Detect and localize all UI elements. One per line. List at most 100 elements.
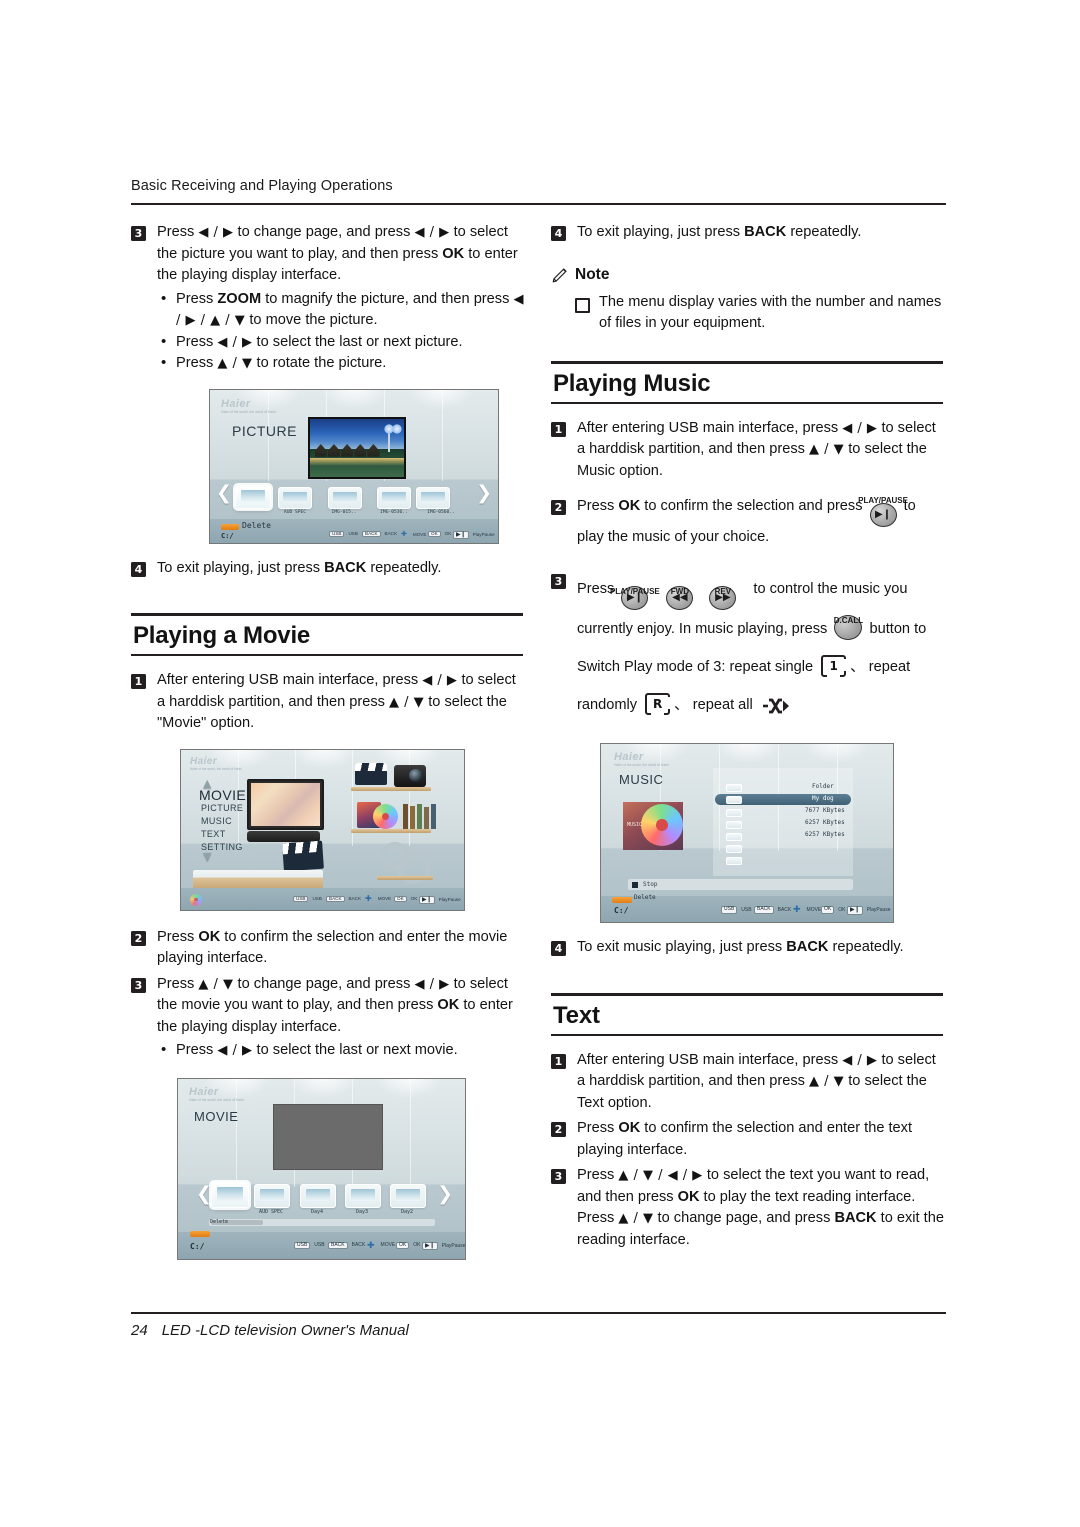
album-label: MUSIC — [627, 822, 643, 829]
remote-key-rev[interactable]: REV ▶▶ — [709, 586, 737, 611]
list-row-icon-6[interactable] — [726, 857, 742, 866]
bullet-text-part: Press — [176, 333, 218, 350]
next-page-chevron-icon[interactable]: ❯ — [476, 482, 492, 504]
remote-key-dcall[interactable]: D.CALL — [834, 615, 863, 641]
list-row-icon-1[interactable] — [726, 796, 742, 805]
list-row-4[interactable]: 6257 KBytes — [805, 831, 845, 838]
step-text-part: to change page, and press — [653, 1210, 835, 1227]
thumbnail-image — [382, 491, 406, 503]
hint-text: PlayPause — [472, 532, 495, 538]
step-text: Press OK to confirm the selection and pr… — [577, 496, 946, 548]
arrow-glyphs: ▲ / ▼ / ◀ / ▶ — [618, 1168, 703, 1184]
step-text-part: After entering USB main interface, press — [577, 1051, 843, 1068]
thumbnail-4[interactable] — [390, 1183, 426, 1208]
step-text-part: Press — [577, 1120, 619, 1137]
thumbnail-image — [217, 1187, 243, 1201]
clapperboard-graphic — [282, 840, 324, 871]
thumbnail-1[interactable] — [278, 486, 312, 509]
step-text-part: Press — [157, 224, 199, 240]
move-cross-icon: ✚ — [365, 893, 372, 903]
menu-item-movie[interactable]: MOVIE — [199, 787, 246, 803]
shelf-graphic — [377, 875, 433, 880]
step-number: 3 — [551, 574, 566, 590]
books-graphic — [403, 803, 436, 829]
arrow-glyphs: ◀ / ▶ — [842, 1052, 878, 1068]
thumbnail-label-1: AUD SPEC — [283, 509, 307, 515]
step-text-part: to confirm the selection and press — [640, 498, 867, 514]
step-picture-4-right: 4 To exit playing, just press BACK repea… — [551, 222, 946, 244]
step-number: 4 — [131, 561, 146, 577]
menu-item-text[interactable]: TEXT — [201, 829, 226, 839]
thumbnail-label-1: AUD SPEC — [258, 1208, 284, 1215]
thumbnail-3[interactable] — [377, 486, 411, 509]
step-text: Press OK to confirm the selection and en… — [577, 1118, 946, 1161]
hint-text: PlayPause — [866, 907, 891, 914]
arrow-glyphs: ◀ / ▶ — [217, 334, 253, 350]
step-music-1: 1 After entering USB main interface, pre… — [551, 418, 946, 483]
key-name-ok: OK — [618, 498, 641, 514]
list-row-icon-4[interactable] — [726, 833, 742, 842]
list-row-icon-2[interactable] — [726, 809, 742, 818]
arrow-glyphs: ▲ / ▼ — [809, 442, 845, 457]
thumbnail-image — [421, 491, 445, 503]
delete-color-key[interactable] — [612, 897, 632, 904]
picture-preview — [308, 416, 406, 479]
key-name-back: BACK — [834, 1210, 877, 1227]
playback-progress-bar[interactable] — [628, 879, 853, 891]
prev-page-chevron-icon[interactable]: ❮ — [216, 482, 232, 504]
list-row-0[interactable]: Folder — [812, 783, 834, 790]
section-rule-bottom — [551, 1033, 943, 1036]
prev-page-chevron-icon[interactable]: ❮ — [196, 1183, 212, 1205]
step-text-part: Press — [157, 975, 199, 992]
hint-text: BACK — [348, 896, 362, 902]
thumbnail-4[interactable] — [416, 486, 450, 509]
menu-down-chevron-icon[interactable]: ▼ — [203, 850, 211, 863]
menu-item-music[interactable]: MUSIC — [201, 816, 232, 826]
menu-item-picture[interactable]: PICTURE — [201, 803, 243, 813]
step-picture-3: 3 Press ◀ / ▶ to change page, and press … — [131, 222, 526, 375]
note-bullet-icon — [575, 297, 590, 313]
thumbnail-1[interactable] — [254, 1183, 290, 1208]
thumbnail-0[interactable] — [235, 484, 271, 509]
list-row-3[interactable]: 6257 KBytes — [805, 819, 845, 826]
clapper-stripes — [355, 762, 387, 771]
list-row-icon-5[interactable] — [726, 845, 742, 854]
thumbnail-2[interactable] — [328, 486, 362, 509]
delete-color-key[interactable] — [190, 1230, 210, 1237]
bullet-text-part: Press — [176, 1042, 218, 1058]
list-item: Press ◀ / ▶ to select the last or next p… — [157, 331, 526, 354]
hint-playpause: ▶❙ PlayPause — [419, 895, 461, 904]
step-text: Press PLAY/PAUSE ▶❙ FWD ◀◀ REV ▶▶ to control … — [577, 570, 946, 729]
list-row-2[interactable]: 7677 KBytes — [805, 807, 845, 814]
step-movie-1: 1 After entering USB main interface, pre… — [131, 670, 526, 735]
step-text-part: repeatedly. — [828, 939, 904, 956]
thumbnail-image — [333, 491, 357, 503]
remote-key-playpause[interactable]: PLAY/PAUSE ▶❙ — [858, 496, 908, 527]
left-column: 3 Press ◀ / ▶ to change page, and press … — [131, 222, 526, 1260]
thumbnail-2[interactable] — [300, 1183, 336, 1208]
thumbnail-image — [259, 1188, 285, 1202]
list-row-icon-0[interactable] — [726, 784, 742, 793]
list-row-1[interactable]: My dog — [812, 795, 834, 802]
hint-ok: OK OK — [428, 530, 451, 538]
remote-key-fwd[interactable]: FWD ◀◀ — [666, 586, 694, 611]
thumbnail-0[interactable] — [211, 1181, 249, 1208]
hint-text: USB — [348, 531, 358, 537]
haier-tagline: Haier of the world, the world of Haier — [189, 1097, 245, 1102]
step-text-part: repeatedly. — [786, 224, 862, 240]
thumbnail-label-2: IMG-015.. — [331, 509, 357, 515]
list-item: Press ◀ / ▶ to select the last or next m… — [157, 1039, 526, 1062]
hint-text: PlayPause — [438, 897, 461, 903]
step-text-3: 3 Press ▲ / ▼ / ◀ / ▶ to select the text… — [551, 1165, 946, 1251]
hint-key: OK — [396, 1241, 410, 1249]
list-item: Press ZOOM to magnify the picture, and t… — [157, 288, 526, 332]
arrow-glyphs: ▲ / ▼ — [217, 356, 253, 371]
delete-color-key[interactable] — [221, 523, 239, 530]
screenshot-picture-list: Haier Haier of the world, the world of H… — [209, 388, 499, 544]
delete-label: Delete — [634, 894, 656, 902]
picture-bullet-list: Press ZOOM to magnify the picture, and t… — [157, 288, 526, 375]
thumbnail-3[interactable] — [345, 1183, 381, 1208]
next-page-chevron-icon[interactable]: ❯ — [437, 1183, 453, 1205]
remote-key-playpause[interactable]: PLAY/PAUSE ▶❙ — [610, 586, 660, 611]
list-row-icon-3[interactable] — [726, 821, 742, 830]
